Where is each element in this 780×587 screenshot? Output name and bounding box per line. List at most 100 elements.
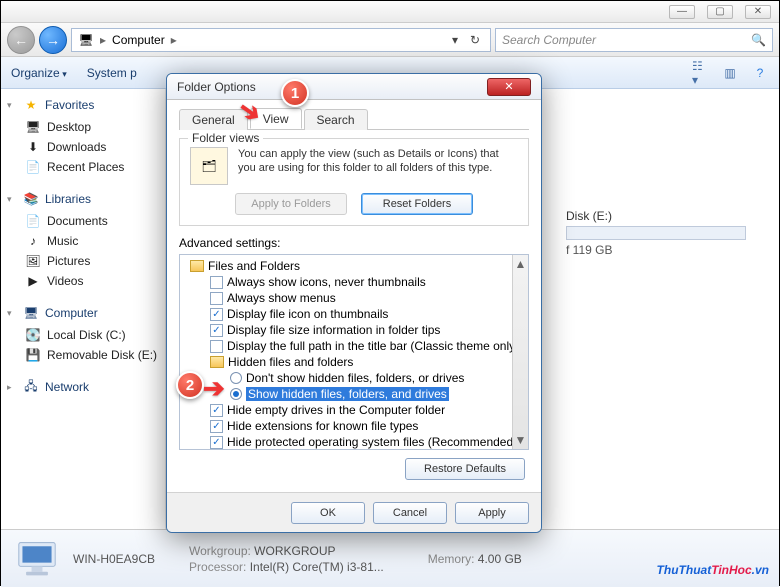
minimize-button[interactable]: —	[669, 5, 695, 19]
breadcrumb-sep-icon: ▸	[171, 33, 177, 47]
collapse-icon[interactable]: ▾	[7, 308, 17, 319]
checkbox-icon[interactable]	[210, 292, 223, 305]
organize-menu[interactable]: Organize	[11, 66, 67, 80]
folder-icon	[210, 356, 224, 368]
sidebar-computer[interactable]: Computer	[45, 306, 98, 320]
downloads-icon: ⬇	[25, 139, 41, 155]
tree-item[interactable]: Always show icons, never thumbnails	[184, 274, 524, 290]
status-memory-label: Memory:	[428, 552, 475, 566]
hdd-icon: 💽	[25, 327, 41, 343]
computer-large-icon	[15, 539, 59, 579]
checkbox-icon[interactable]	[210, 340, 223, 353]
status-memory-value: 4.00 GB	[478, 552, 522, 566]
back-button[interactable]: ←	[7, 26, 35, 54]
sidebar-item-videos[interactable]: ▶Videos	[7, 271, 159, 291]
status-processor-value: Intel(R) Core(TM) i3-81...	[250, 560, 384, 574]
status-workgroup-value: WORKGROUP	[254, 544, 335, 558]
ok-button[interactable]: OK	[291, 502, 365, 524]
dialog-close-button[interactable]: ✕	[487, 78, 531, 96]
tree-radio-dont-show[interactable]: Don't show hidden files, folders, or dri…	[184, 370, 524, 386]
advanced-settings-label: Advanced settings:	[179, 236, 529, 250]
sidebar-item-removable-disk[interactable]: 💾Removable Disk (E:)	[7, 345, 159, 365]
scroll-down-icon[interactable]: ▼	[515, 433, 527, 447]
checkbox-icon[interactable]: ✓	[210, 436, 223, 449]
system-properties-button[interactable]: System p	[87, 66, 137, 80]
tree-group-hidden: Hidden files and folders	[184, 354, 524, 370]
tree-item[interactable]: Display the full path in the title bar (…	[184, 338, 524, 354]
tree-item[interactable]: ✓Hide extensions for known file types	[184, 418, 524, 434]
checkbox-icon[interactable]: ✓	[210, 308, 223, 321]
preview-pane-icon[interactable]: ▥	[721, 64, 739, 82]
navigation-bar: ← → 🖥 ▸ Computer ▸ ▾ ↻ Search Computer 🔍	[1, 23, 779, 57]
tree-item[interactable]: ✓Hide empty drives in the Computer folde…	[184, 402, 524, 418]
sidebar-item-documents[interactable]: 📄Documents	[7, 211, 159, 231]
sidebar-item-recent[interactable]: 📄Recent Places	[7, 157, 159, 177]
folder-views-icon: 🗂	[190, 147, 228, 185]
tree-item[interactable]: ✓Hide protected operating system files (…	[184, 434, 524, 450]
help-icon[interactable]: ?	[751, 64, 769, 82]
drive-capacity-bar	[566, 226, 746, 240]
libraries-icon: 📚	[23, 191, 39, 207]
maximize-button[interactable]: ▢	[707, 5, 733, 19]
tree-item[interactable]: ✓Display file icon on thumbnails	[184, 306, 524, 322]
tree-item[interactable]: ✓Display file size information in folder…	[184, 322, 524, 338]
computer-icon: 🖥	[23, 305, 39, 321]
checkbox-icon[interactable]: ✓	[210, 324, 223, 337]
tree-item[interactable]: Always show menus	[184, 290, 524, 306]
music-icon: ♪	[25, 233, 41, 249]
sidebar-network[interactable]: Network	[45, 380, 89, 394]
checkbox-icon[interactable]: ✓	[210, 404, 223, 417]
status-computer-name: WIN-H0EA9CB	[73, 552, 155, 566]
advanced-settings-tree: Files and Folders Always show icons, nev…	[179, 254, 529, 450]
search-input[interactable]: Search Computer 🔍	[495, 28, 773, 52]
sidebar-item-pictures[interactable]: 🖼Pictures	[7, 251, 159, 271]
checkbox-icon[interactable]: ✓	[210, 420, 223, 433]
desktop-icon: 🖥	[25, 119, 41, 135]
sidebar-libraries[interactable]: Libraries	[45, 192, 91, 206]
dialog-titlebar[interactable]: Folder Options ✕	[167, 74, 541, 100]
dialog-tabs: General View Search	[179, 108, 529, 130]
breadcrumb-item[interactable]: Computer	[112, 33, 165, 47]
videos-icon: ▶	[25, 273, 41, 289]
view-options-icon[interactable]: ☷ ▾	[691, 64, 709, 82]
sidebar-item-desktop[interactable]: 🖥Desktop	[7, 117, 159, 137]
expand-icon[interactable]: ▸	[7, 382, 17, 393]
radio-icon[interactable]	[230, 388, 242, 400]
annotation-arrow-icon: ➔	[203, 373, 225, 404]
tab-search[interactable]: Search	[304, 109, 368, 130]
collapse-icon[interactable]: ▾	[7, 100, 17, 111]
tree-radio-show-hidden[interactable]: Show hidden files, folders, and drives	[184, 386, 524, 402]
checkbox-icon[interactable]	[210, 276, 223, 289]
drive-capacity-text: f 119 GB	[566, 243, 746, 257]
restore-defaults-button[interactable]: Restore Defaults	[405, 458, 525, 480]
folder-icon	[190, 260, 204, 272]
dialog-footer: OK Cancel Apply	[167, 492, 541, 532]
address-dropdown-icon[interactable]: ▾	[446, 31, 464, 49]
collapse-icon[interactable]: ▾	[7, 194, 17, 205]
reset-folders-button[interactable]: Reset Folders	[361, 193, 473, 215]
annotation-callout-2: 2	[176, 371, 204, 399]
sidebar-item-downloads[interactable]: ⬇Downloads	[7, 137, 159, 157]
search-icon: 🔍	[751, 33, 766, 47]
drive-item[interactable]: Disk (E:) f 119 GB	[566, 209, 746, 257]
apply-to-folders-button[interactable]: Apply to Folders	[235, 193, 347, 215]
cancel-button[interactable]: Cancel	[373, 502, 447, 524]
folder-views-legend: Folder views	[188, 131, 263, 145]
refresh-icon[interactable]: ↻	[466, 31, 484, 49]
navigation-pane: ▾ ★ Favorites 🖥Desktop ⬇Downloads 📄Recent …	[1, 89, 166, 529]
apply-button[interactable]: Apply	[455, 502, 529, 524]
sidebar-item-music[interactable]: ♪Music	[7, 231, 159, 251]
sidebar-item-local-disk[interactable]: 💽Local Disk (C:)	[7, 325, 159, 345]
radio-icon[interactable]	[230, 372, 242, 384]
sidebar-favorites[interactable]: Favorites	[45, 98, 94, 112]
watermark: ThuThuatTinHoc.vn	[657, 558, 769, 579]
close-window-button[interactable]: ✕	[745, 5, 771, 19]
folder-views-text: You can apply the view (such as Details …	[238, 147, 518, 176]
star-icon: ★	[23, 97, 39, 113]
scroll-up-icon[interactable]: ▲	[515, 257, 527, 271]
address-bar[interactable]: 🖥 ▸ Computer ▸ ▾ ↻	[71, 28, 491, 52]
scrollbar[interactable]: ▲▼	[512, 255, 528, 449]
status-processor-label: Processor:	[189, 560, 246, 574]
status-workgroup-label: Workgroup:	[189, 544, 251, 558]
forward-button[interactable]: →	[39, 26, 67, 54]
